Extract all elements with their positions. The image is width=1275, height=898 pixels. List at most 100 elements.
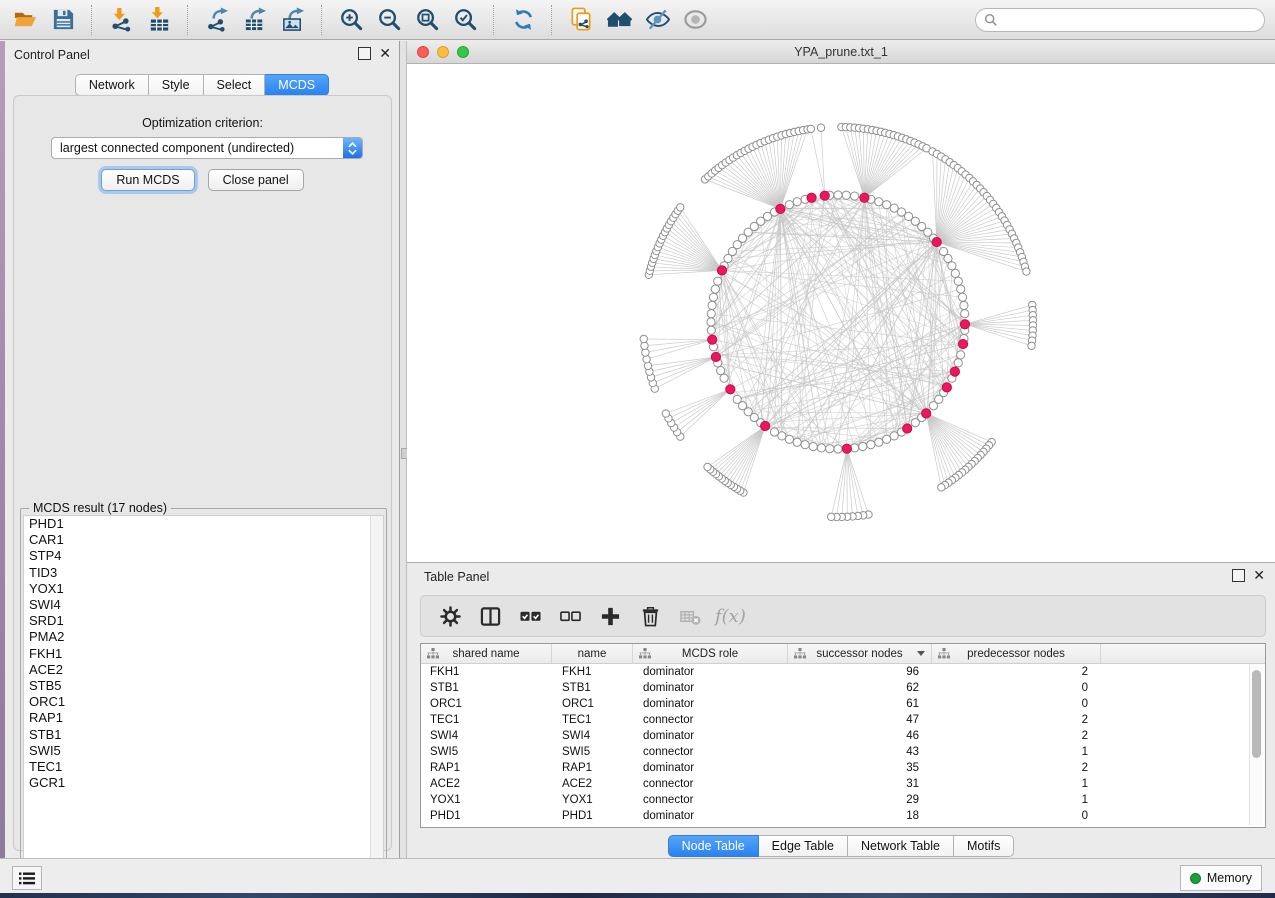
mcds-result-item[interactable]: ACE2 <box>24 662 383 678</box>
zoom-fit-icon[interactable] <box>411 4 443 36</box>
cell-succ[interactable]: 31 <box>788 778 932 790</box>
tab-network-table[interactable]: Network Table <box>848 835 954 857</box>
cell-shared[interactable]: RAP1 <box>421 762 552 774</box>
cell-pred[interactable]: 1 <box>932 778 1101 790</box>
cell-shared[interactable]: TEC1 <box>421 714 552 726</box>
cell-succ[interactable]: 61 <box>788 698 932 710</box>
select-all-icon[interactable] <box>515 601 545 631</box>
table-row-swi4[interactable]: SWI4SWI4dominator462 <box>421 728 1265 744</box>
mcds-result-item[interactable]: SRD1 <box>24 613 383 629</box>
hide-graphics-details-icon[interactable] <box>641 4 673 36</box>
show-graphics-details-icon[interactable] <box>679 4 711 36</box>
cell-name[interactable]: STB1 <box>552 682 633 694</box>
cell-role[interactable]: dominator <box>633 762 788 774</box>
cell-name[interactable]: SWI4 <box>552 730 633 742</box>
tab-select[interactable]: Select <box>204 74 266 96</box>
table-row-swi5[interactable]: SWI5SWI5connector431 <box>421 744 1265 760</box>
add-column-icon[interactable] <box>595 601 625 631</box>
close-panel-button[interactable]: Close panel <box>208 169 304 191</box>
column-header-name[interactable]: name <box>552 644 633 663</box>
cell-shared[interactable]: SWI4 <box>421 730 552 742</box>
cell-name[interactable]: YOX1 <box>552 794 633 806</box>
cell-role[interactable]: dominator <box>633 730 788 742</box>
clone-network-icon[interactable] <box>565 4 597 36</box>
cell-succ[interactable]: 96 <box>788 666 932 678</box>
cell-name[interactable]: RAP1 <box>552 762 633 774</box>
float-panel-icon[interactable] <box>358 47 371 60</box>
sort-caret-icon[interactable] <box>917 651 925 656</box>
search-input[interactable] <box>1003 12 1256 28</box>
table-row-stb1[interactable]: STB1STB1dominator620 <box>421 680 1265 696</box>
cell-succ[interactable]: 46 <box>788 730 932 742</box>
zoom-selected-icon[interactable] <box>449 4 481 36</box>
cell-succ[interactable]: 43 <box>788 746 932 758</box>
column-header-shared-name[interactable]: shared name <box>421 644 552 663</box>
task-history-button[interactable] <box>12 866 42 890</box>
zoom-out-icon[interactable] <box>373 4 405 36</box>
network-window-titlebar[interactable]: YPA_prune.txt_1 <box>407 41 1275 64</box>
cell-role[interactable]: connector <box>633 778 788 790</box>
column-header-predecessor-nodes[interactable]: predecessor nodes <box>932 644 1101 663</box>
split-panel-icon[interactable] <box>475 601 505 631</box>
column-header-mcds-role[interactable]: MCDS role <box>633 644 788 663</box>
refresh-icon[interactable] <box>507 4 539 36</box>
cell-succ[interactable]: 18 <box>788 810 932 822</box>
cell-pred[interactable]: 2 <box>932 730 1101 742</box>
search-box[interactable] <box>975 8 1265 32</box>
cell-shared[interactable]: ACE2 <box>421 778 552 790</box>
mcds-result-item[interactable]: STP4 <box>24 548 383 564</box>
cell-pred[interactable]: 0 <box>932 682 1101 694</box>
table-row-orc1[interactable]: ORC1ORC1dominator610 <box>421 696 1265 712</box>
column-header-successor-nodes[interactable]: successor nodes <box>788 644 932 663</box>
cell-name[interactable]: TEC1 <box>552 714 633 726</box>
tab-style[interactable]: Style <box>149 74 204 96</box>
mcds-result-item[interactable]: PHD1 <box>24 516 383 532</box>
tab-node-table[interactable]: Node Table <box>668 835 759 857</box>
tab-motifs[interactable]: Motifs <box>954 835 1014 857</box>
cell-pred[interactable]: 1 <box>932 746 1101 758</box>
memory-button[interactable]: Memory <box>1180 865 1262 891</box>
cell-succ[interactable]: 62 <box>788 682 932 694</box>
table-row-phd1[interactable]: PHD1PHD1dominator180 <box>421 808 1265 824</box>
mcds-result-item[interactable]: TID3 <box>24 565 383 581</box>
clear-table-icon[interactable] <box>675 601 705 631</box>
cell-name[interactable]: ACE2 <box>552 778 633 790</box>
import-table-icon[interactable] <box>143 4 175 36</box>
close-panel-icon[interactable]: ✕ <box>379 48 391 59</box>
mcds-result-item[interactable]: RAP1 <box>24 710 383 726</box>
first-neighbors-icon[interactable] <box>603 4 635 36</box>
mcds-result-item[interactable]: SWI4 <box>24 597 383 613</box>
cell-role[interactable]: dominator <box>633 698 788 710</box>
mcds-result-item[interactable]: SWI5 <box>24 743 383 759</box>
panel-splitter[interactable] <box>400 41 407 858</box>
tab-edge-table[interactable]: Edge Table <box>759 835 848 857</box>
cell-pred[interactable]: 2 <box>932 666 1101 678</box>
mcds-result-item[interactable]: ORC1 <box>24 694 383 710</box>
delete-column-icon[interactable] <box>635 601 665 631</box>
export-network-icon[interactable] <box>201 4 233 36</box>
open-file-icon[interactable] <box>9 4 41 36</box>
network-view-canvas[interactable] <box>407 64 1275 562</box>
mcds-result-item[interactable]: CAR1 <box>24 532 383 548</box>
cell-shared[interactable]: PHD1 <box>421 810 552 822</box>
cell-pred[interactable]: 0 <box>932 698 1101 710</box>
mcds-result-item[interactable]: GCR1 <box>24 775 383 791</box>
tab-network[interactable]: Network <box>75 74 149 96</box>
table-row-rap1[interactable]: RAP1RAP1dominator352 <box>421 760 1265 776</box>
mcds-result-item[interactable]: YOX1 <box>24 581 383 597</box>
cell-name[interactable]: SWI5 <box>552 746 633 758</box>
table-row-fkh1[interactable]: FKH1FKH1dominator962 <box>421 664 1265 680</box>
tab-mcds[interactable]: MCDS <box>265 74 329 96</box>
cell-name[interactable]: FKH1 <box>552 666 633 678</box>
deselect-all-icon[interactable] <box>555 601 585 631</box>
import-network-icon[interactable] <box>105 4 137 36</box>
zoom-in-icon[interactable] <box>335 4 367 36</box>
table-scrollbar-thumb[interactable] <box>1252 670 1261 758</box>
cell-shared[interactable]: FKH1 <box>421 666 552 678</box>
table-row-yox1[interactable]: YOX1YOX1connector291 <box>421 792 1265 808</box>
close-panel-icon[interactable]: ✕ <box>1253 570 1265 581</box>
cell-shared[interactable]: ORC1 <box>421 698 552 710</box>
cell-name[interactable]: ORC1 <box>552 698 633 710</box>
mcds-result-list[interactable]: PHD1CAR1STP4TID3YOX1SWI4SRD1PMA2FKH1ACE2… <box>23 515 384 879</box>
cell-pred[interactable]: 0 <box>932 810 1101 822</box>
